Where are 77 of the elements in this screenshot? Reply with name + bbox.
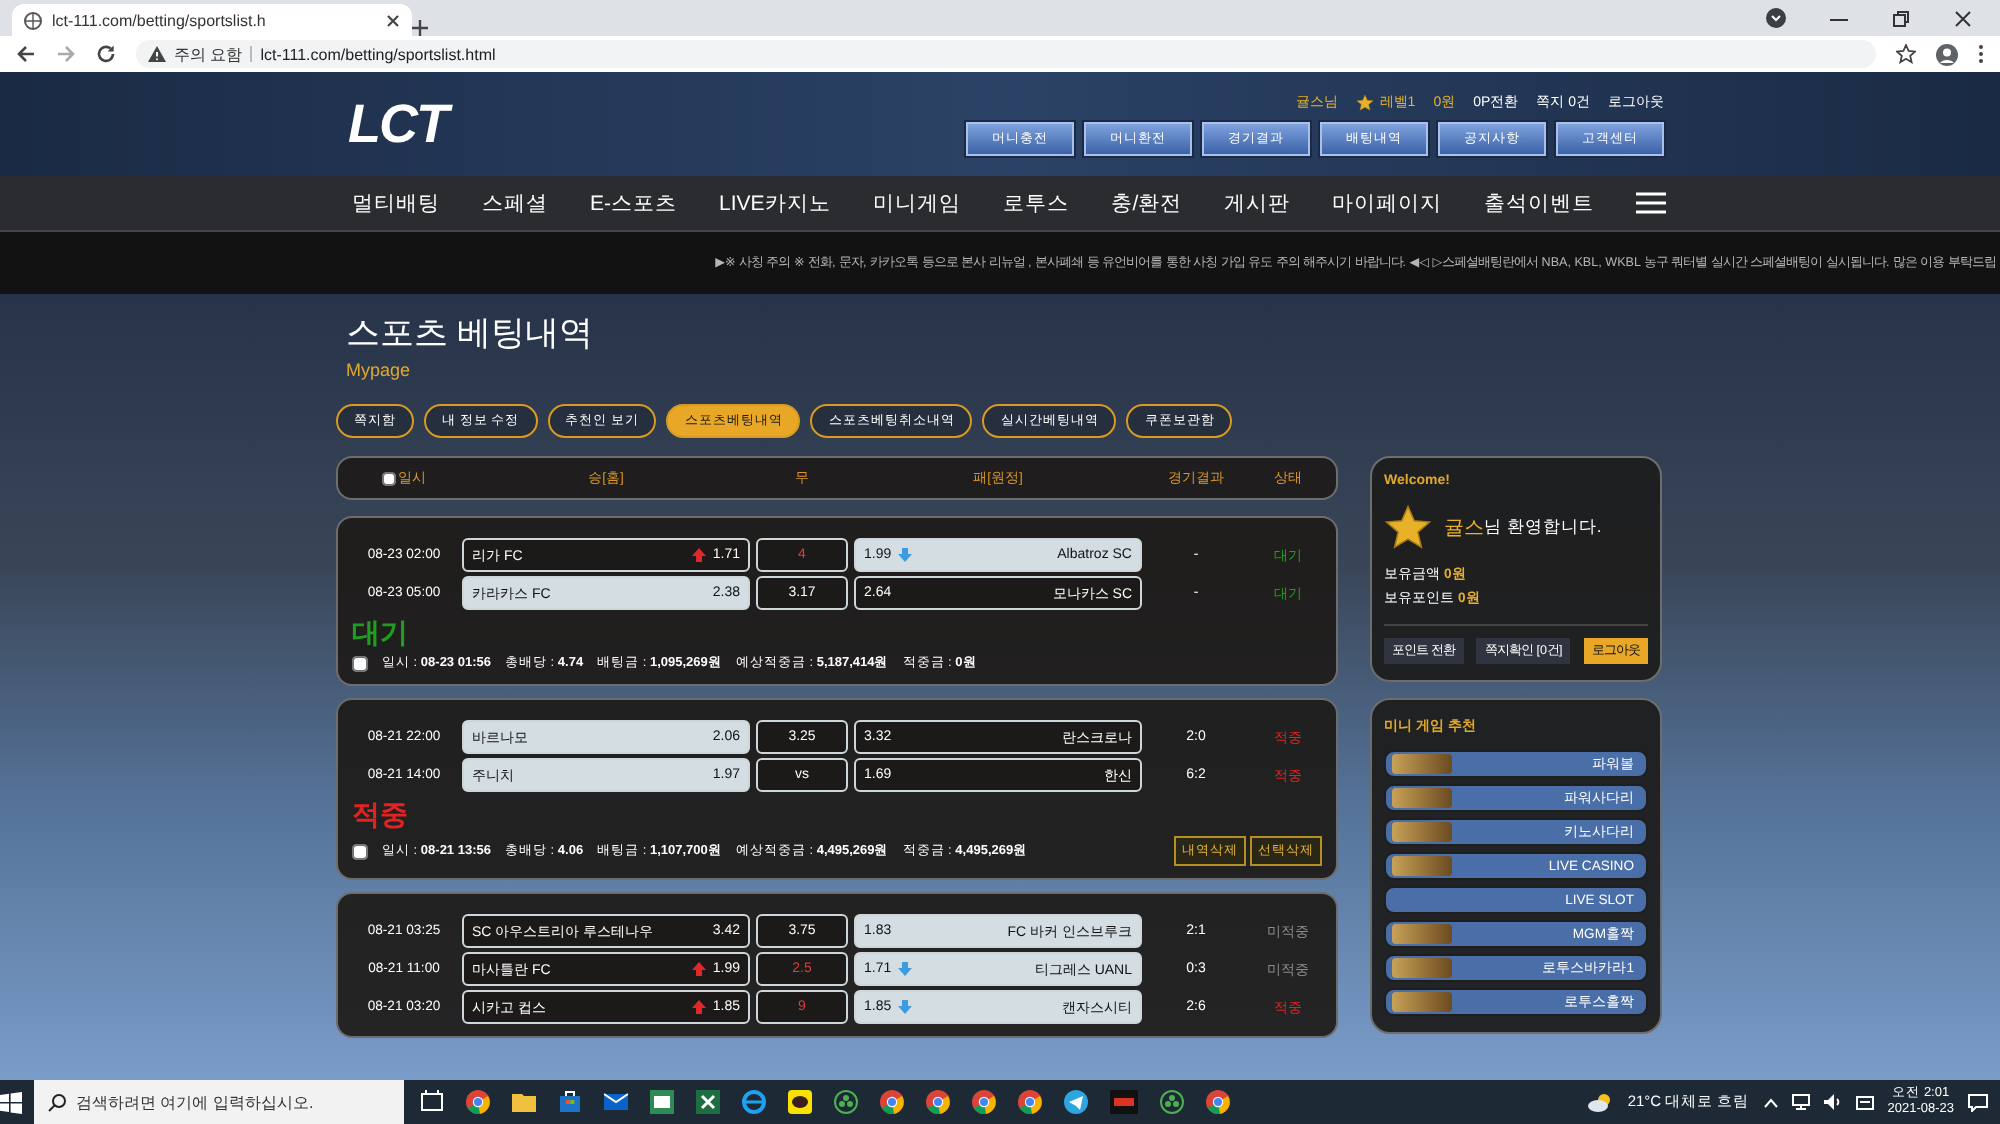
back-icon[interactable] bbox=[16, 44, 36, 64]
nav-item[interactable]: E-스포츠 bbox=[590, 189, 677, 217]
weather-icon bbox=[1587, 1092, 1614, 1112]
bet-status: 대기 bbox=[352, 616, 410, 648]
search-field[interactable]: 검색하려면 여기에 입력하십시오. bbox=[34, 1080, 404, 1124]
chat-icon[interactable] bbox=[788, 1090, 812, 1114]
notification-icon[interactable] bbox=[1968, 1093, 1988, 1111]
up-arrow-icon bbox=[692, 548, 707, 562]
star-icon bbox=[1384, 504, 1432, 552]
page-subtitle: Mypage bbox=[344, 360, 413, 380]
welcome-text: 님 환영합니다. bbox=[1484, 516, 1602, 540]
restore-icon[interactable] bbox=[1892, 9, 1910, 27]
search-icon bbox=[48, 1093, 66, 1111]
game-logo-image bbox=[1392, 788, 1452, 808]
paper-plane-icon[interactable] bbox=[1064, 1090, 1088, 1114]
up-arrow-icon bbox=[692, 1000, 707, 1014]
game-logo-image bbox=[1392, 992, 1452, 1012]
windows-start-icon[interactable] bbox=[0, 1091, 22, 1113]
menu-dots-icon[interactable] bbox=[1978, 44, 1984, 64]
select-all-checkbox[interactable] bbox=[382, 471, 396, 485]
close-icon[interactable] bbox=[386, 13, 400, 27]
globe-icon bbox=[24, 11, 42, 29]
bookmark-star-icon[interactable] bbox=[1896, 44, 1916, 64]
spreadsheet-icon[interactable] bbox=[696, 1090, 720, 1114]
reload-icon[interactable] bbox=[96, 44, 116, 64]
down-arrow-icon bbox=[897, 548, 912, 562]
keyboard-icon[interactable] bbox=[1855, 1094, 1874, 1110]
nav-item[interactable]: 충/환전 bbox=[1110, 189, 1183, 217]
game-logo-image bbox=[1392, 958, 1452, 978]
warning-icon bbox=[148, 46, 166, 62]
network-icon[interactable] bbox=[1791, 1094, 1810, 1110]
address-bar[interactable]: 주의 요함 lct-111.com/betting/sportslist.html bbox=[136, 40, 1876, 68]
browser-icon[interactable] bbox=[466, 1090, 490, 1114]
menu-icon[interactable] bbox=[1636, 192, 1667, 214]
mail-icon[interactable] bbox=[604, 1090, 628, 1114]
game-logo-image bbox=[1392, 856, 1452, 876]
clover-icon[interactable] bbox=[1160, 1090, 1184, 1114]
select-checkbox[interactable] bbox=[352, 843, 368, 859]
clover-icon[interactable] bbox=[834, 1090, 858, 1114]
nav-item[interactable]: 미니게임 bbox=[872, 189, 961, 217]
close-icon[interactable] bbox=[1954, 9, 1972, 27]
volume-icon[interactable] bbox=[1823, 1094, 1842, 1110]
store-icon[interactable] bbox=[558, 1090, 582, 1114]
search-input[interactable]: 검색하려면 여기에 입력하십시오. bbox=[76, 1093, 386, 1111]
nav-item[interactable]: LIVE카지노 bbox=[719, 189, 831, 217]
game-logo-image bbox=[1392, 822, 1452, 842]
profile-icon[interactable] bbox=[1936, 43, 1958, 65]
task-view-icon[interactable] bbox=[420, 1090, 444, 1114]
down-arrow-icon bbox=[897, 962, 912, 976]
nav-item[interactable]: 멀티배팅 bbox=[352, 189, 440, 217]
down-arrow-icon bbox=[897, 1000, 912, 1014]
star-icon bbox=[1355, 93, 1374, 111]
nav-item[interactable]: 로투스 bbox=[1002, 189, 1069, 217]
chevron-up-icon[interactable] bbox=[1763, 1097, 1778, 1107]
page-title: 스포츠 베팅내역 bbox=[344, 312, 596, 356]
url-text: lct-111.com/betting/sportslist.html bbox=[260, 45, 496, 63]
browser-icon[interactable] bbox=[926, 1090, 950, 1114]
user-name: 귤스 bbox=[1444, 516, 1484, 542]
browser-icon[interactable] bbox=[1206, 1090, 1230, 1114]
nav-item[interactable]: 게시판 bbox=[1224, 189, 1291, 217]
folder-icon[interactable] bbox=[512, 1090, 536, 1114]
game-logo-image bbox=[1392, 924, 1452, 944]
browser-tab[interactable]: lct-111.com/betting/sportslist.h bbox=[12, 4, 412, 36]
browser-icon[interactable] bbox=[972, 1090, 996, 1114]
browser-icon[interactable] bbox=[880, 1090, 904, 1114]
browser-icon[interactable] bbox=[1018, 1090, 1042, 1114]
up-arrow-icon bbox=[692, 962, 707, 976]
security-warning: 주의 요함 bbox=[174, 43, 243, 65]
plus-icon[interactable] bbox=[412, 20, 428, 36]
nav-item[interactable]: 스페셜 bbox=[482, 189, 548, 217]
nav-item[interactable]: 마이페이지 bbox=[1332, 189, 1443, 217]
site-logo[interactable]: LCT bbox=[336, 93, 447, 155]
bet-status: 적중 bbox=[352, 798, 410, 830]
select-checkbox[interactable] bbox=[352, 655, 368, 671]
nav-item[interactable]: 출석이벤트 bbox=[1484, 189, 1595, 217]
app-icon[interactable] bbox=[1110, 1090, 1138, 1114]
game-logo-image bbox=[1392, 754, 1452, 774]
